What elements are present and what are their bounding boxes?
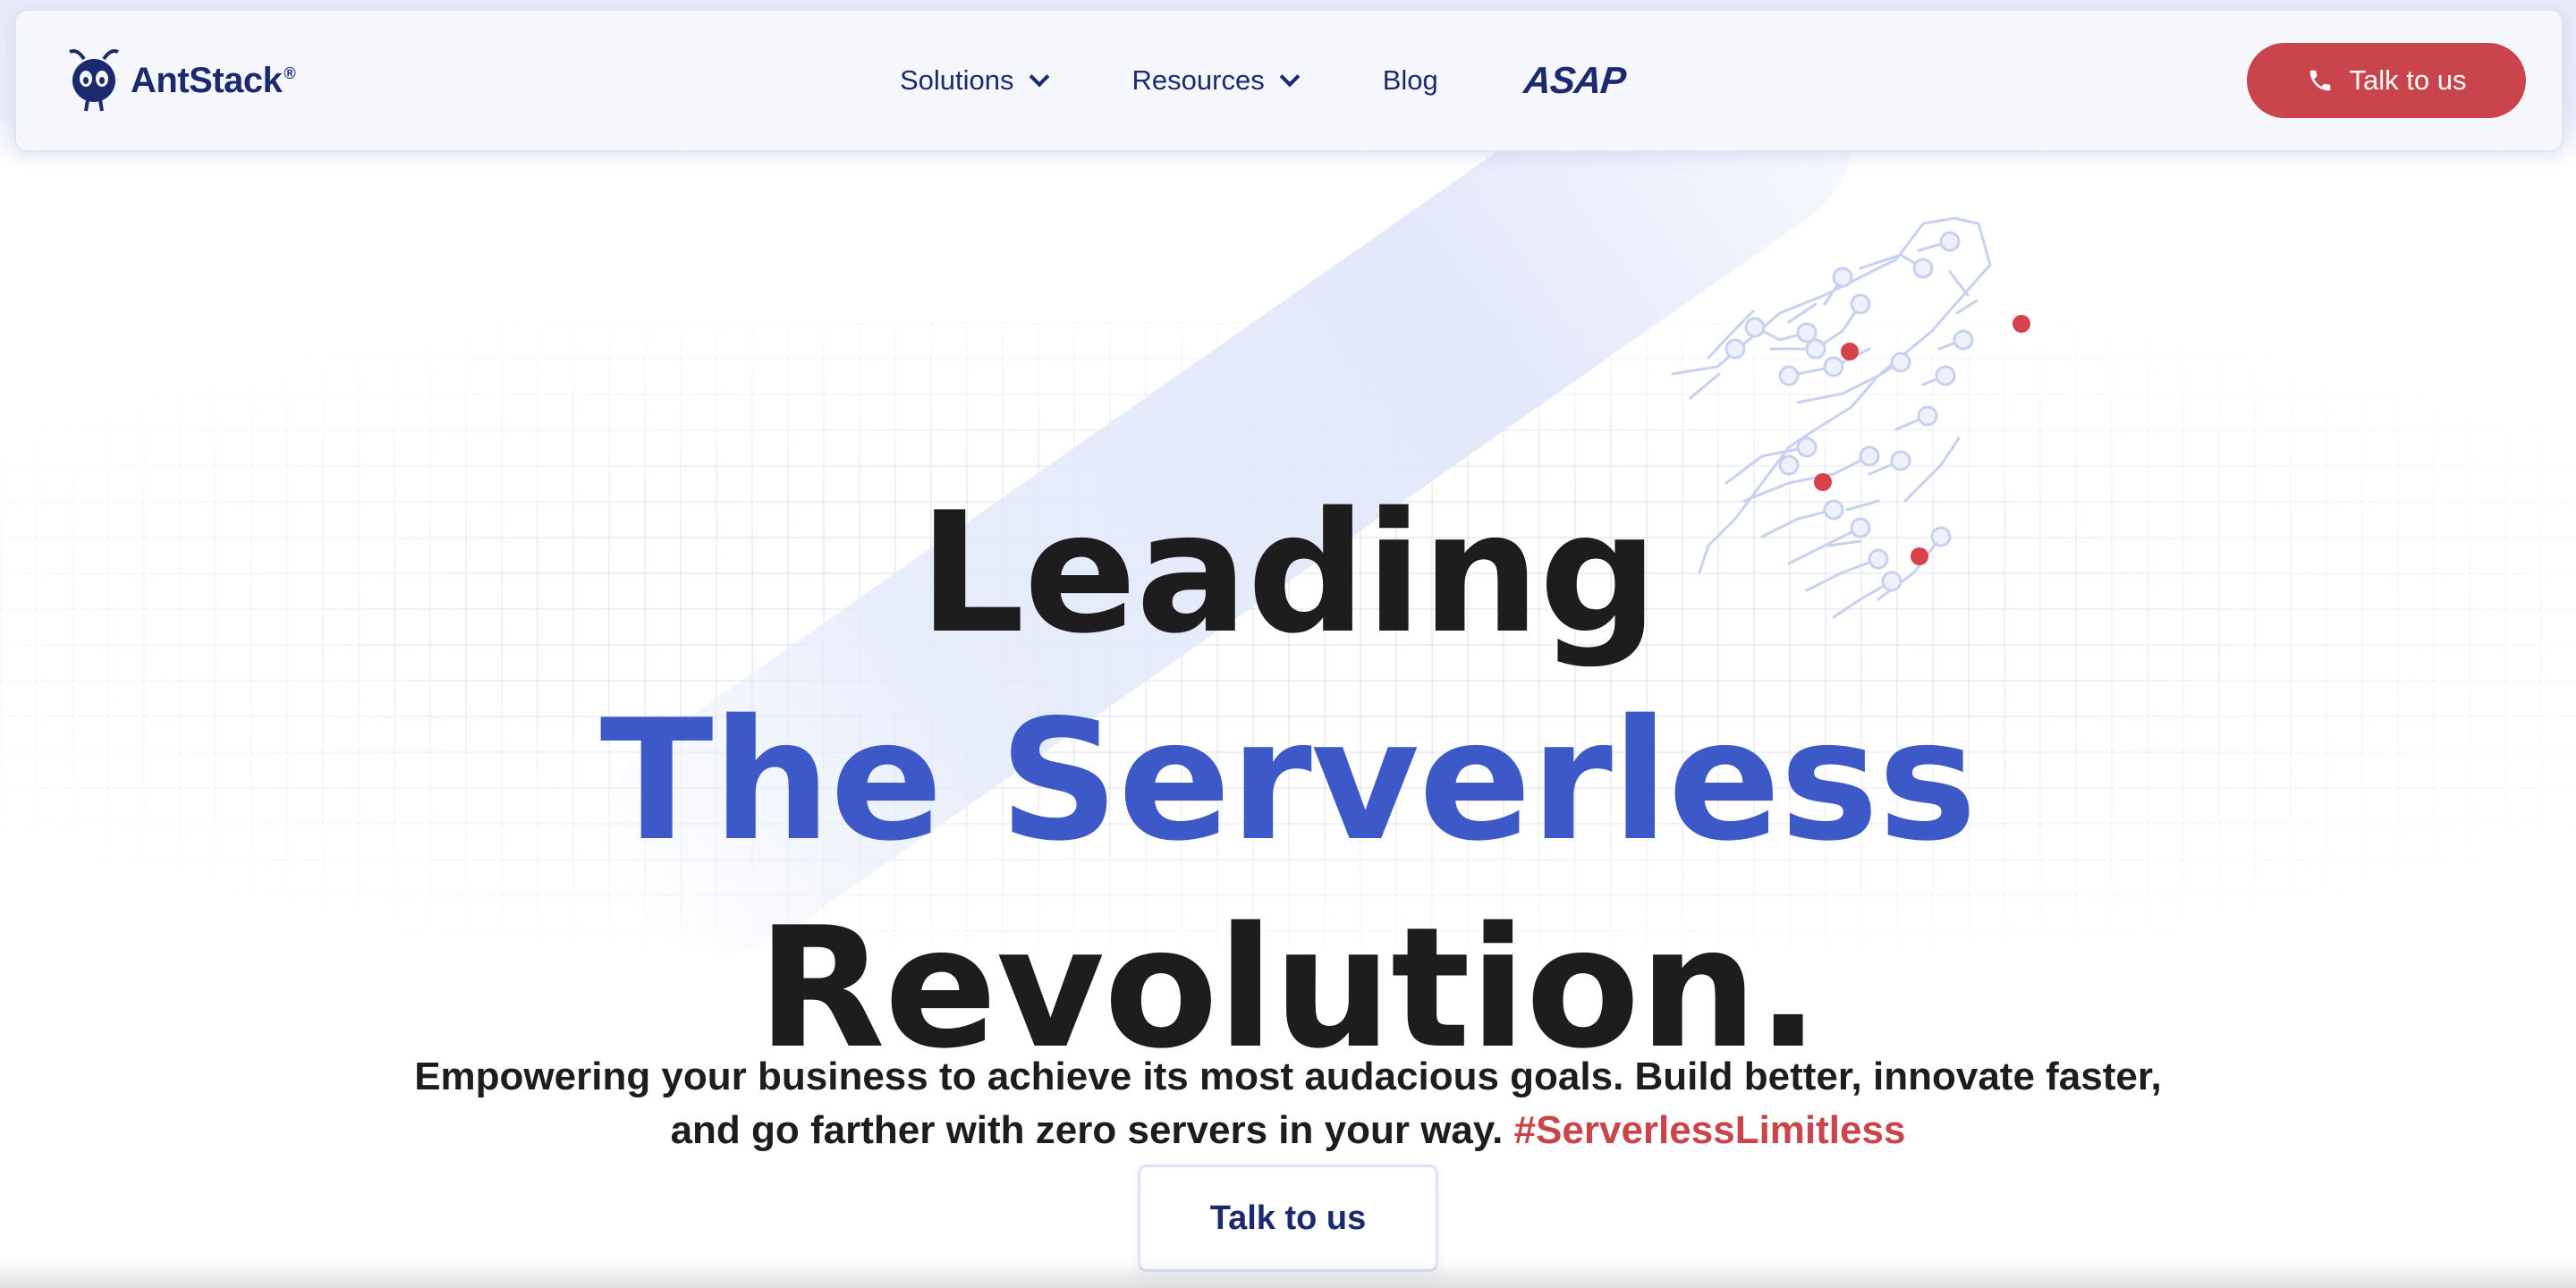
talk-to-us-button[interactable]: Talk to us <box>2247 43 2526 118</box>
hero-subtitle: Empowering your business to achieve its … <box>394 1050 2182 1157</box>
headline-line-2: The Serverless <box>599 682 1977 877</box>
hero-headline: Leading The Serverless Revolution. <box>0 470 2576 1092</box>
main-nav: Solutions Resources Blog ASAP <box>900 11 1627 150</box>
brand-logo[interactable]: AntStack ® <box>66 43 296 118</box>
hero-talk-to-us-button[interactable]: Talk to us <box>1138 1165 1438 1272</box>
brand-name: AntStack ® <box>131 60 296 100</box>
chevron-down-icon <box>1279 66 1301 88</box>
chevron-down-icon <box>1029 66 1049 88</box>
phone-icon <box>2309 70 2330 91</box>
nav-item-solutions[interactable]: Solutions <box>900 64 1049 97</box>
nav-item-resources[interactable]: Resources <box>1131 64 1301 97</box>
headline-line-1: Leading <box>919 475 1658 670</box>
nav-item-label: Resources <box>1131 64 1265 96</box>
talk-to-us-label: Talk to us <box>2349 64 2467 96</box>
ant-icon <box>69 49 119 112</box>
asap-logo-link[interactable]: ASAP <box>1521 59 1627 102</box>
registered-mark: ® <box>284 64 296 83</box>
nav-item-label: Solutions <box>900 64 1014 96</box>
page: AntStack ® Solutions Resources Blog ASAP … <box>0 0 2576 1288</box>
bottom-edge-shadow <box>0 1261 2576 1288</box>
navbar: AntStack ® Solutions Resources Blog ASAP … <box>14 9 2563 152</box>
nav-item-blog[interactable]: Blog <box>1383 64 1438 97</box>
nav-item-label: Blog <box>1382 64 1438 96</box>
hashtag-serverless-limitless[interactable]: #ServerlessLimitless <box>1514 1108 1906 1152</box>
